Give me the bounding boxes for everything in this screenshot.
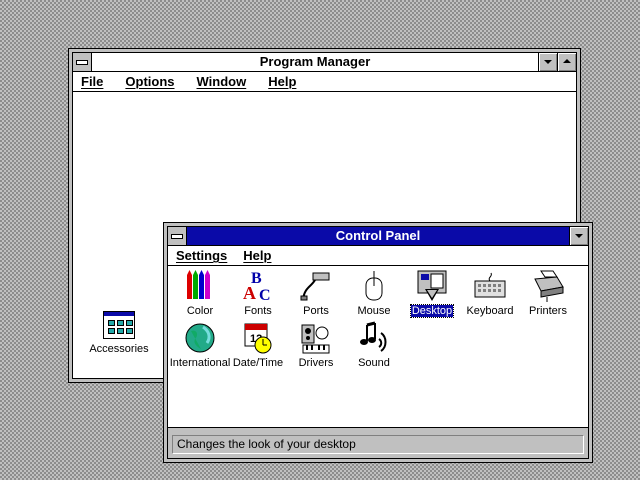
accessories-group[interactable]: Accessories [79,311,159,355]
program-manager-titlebar[interactable]: Program Manager [73,53,576,72]
svg-text:C: C [259,287,271,303]
menu-help[interactable]: Help [262,72,302,91]
accessories-label: Accessories [89,343,149,355]
svg-text:A: A [243,283,256,303]
minimize-button[interactable] [538,53,557,71]
ports-icon [299,269,333,303]
minimize-button[interactable] [569,227,588,245]
desktop-label: Desktop [409,304,455,318]
fonts-label: Fonts [244,305,272,317]
sound-label: Sound [358,357,390,369]
mouse-label: Mouse [357,305,391,317]
fonts-applet[interactable]: BAC Fonts [226,269,290,317]
international-label: International [169,357,231,369]
system-menu-icon[interactable] [73,53,92,71]
international-icon [183,321,217,355]
program-manager-title: Program Manager [259,54,371,69]
fonts-icon: BAC [241,269,275,304]
control-panel-window[interactable]: Control Panel Settings Help Color BAC Fo… [163,222,593,463]
control-panel-titlebar[interactable]: Control Panel [168,227,588,246]
date-time-icon: 12 [241,321,275,355]
accessories-group-icon [103,311,135,339]
printers-label: Printers [529,305,567,317]
menu-file[interactable]: File [75,72,109,91]
control-panel-menubar: Settings Help [168,246,588,266]
keyboard-applet[interactable]: Keyboard [458,269,522,317]
keyboard-icon [473,269,507,303]
sound-applet[interactable]: Sound [342,321,406,369]
color-label: Color [186,305,214,317]
minimize-arrow-icon [575,234,583,238]
drivers-label: Drivers [298,357,334,369]
status-bar: Changes the look of your desktop [172,435,584,454]
color-icon [183,269,217,303]
date-time-applet[interactable]: 12 Date/Time [226,321,290,369]
drivers-applet[interactable]: Drivers [284,321,348,369]
ports-label: Ports [303,305,329,317]
date-time-label: Date/Time [232,357,284,369]
menu-window[interactable]: Window [191,72,253,91]
menu-help[interactable]: Help [237,246,277,265]
desktop-icon [415,269,449,303]
keyboard-label: Keyboard [466,305,514,317]
maximize-button[interactable] [557,53,576,71]
system-menu-icon[interactable] [168,227,187,245]
minimize-arrow-icon [544,60,552,64]
sound-icon [357,321,391,355]
printers-icon [531,269,565,303]
desktop-applet[interactable]: Desktop [400,269,464,318]
menu-options[interactable]: Options [119,72,180,91]
control-panel-title: Control Panel [335,228,421,243]
ports-applet[interactable]: Ports [284,269,348,317]
mouse-icon [357,269,391,303]
color-applet[interactable]: Color [168,269,232,317]
menu-settings[interactable]: Settings [170,246,233,265]
program-manager-menubar: File Options Window Help [73,72,576,92]
printers-applet[interactable]: Printers [516,269,580,317]
maximize-arrow-icon [563,59,571,63]
mouse-applet[interactable]: Mouse [342,269,406,317]
international-applet[interactable]: International [168,321,232,369]
drivers-icon [299,321,333,355]
